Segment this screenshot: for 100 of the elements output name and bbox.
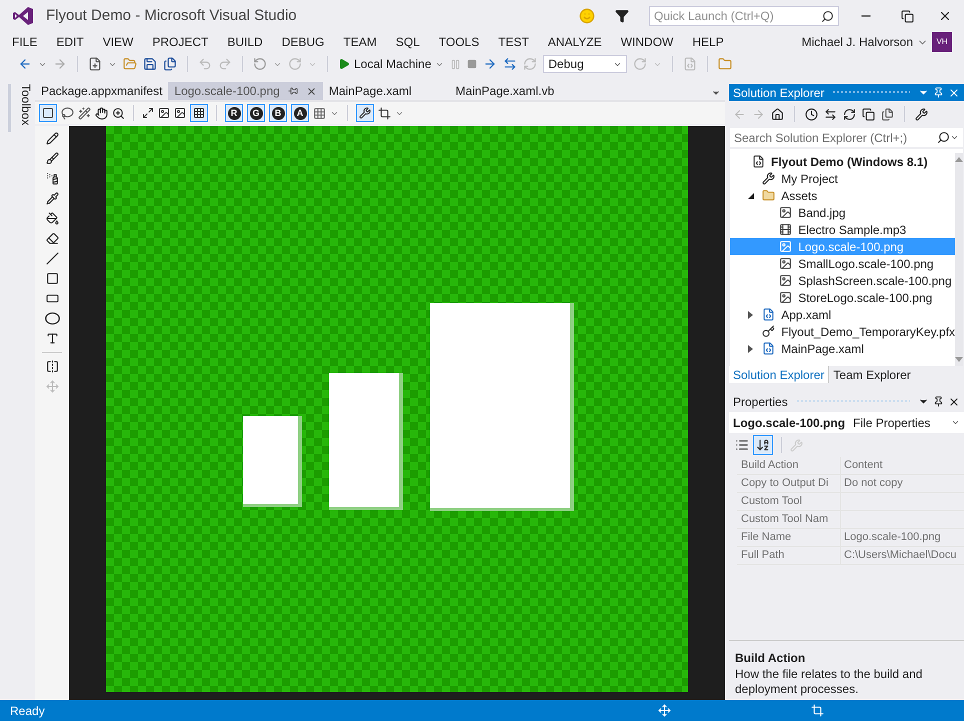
pending-changes-icon[interactable]	[805, 108, 818, 120]
new-project-icon[interactable]	[88, 57, 102, 71]
object-selector[interactable]: Logo.scale-100.png File Properties	[729, 412, 964, 433]
document-tab[interactable]: Logo.scale-100.png	[168, 82, 323, 100]
menu-item[interactable]: TEAM	[343, 33, 377, 51]
run-button[interactable]: Local Machine	[338, 55, 444, 73]
back-icon[interactable]	[18, 57, 32, 71]
search-icon[interactable]	[937, 131, 950, 144]
collapsed-arrow-icon[interactable]	[748, 310, 754, 318]
pencil-icon[interactable]	[46, 132, 58, 145]
property-value[interactable]: Content	[841, 457, 883, 474]
sync-icon[interactable]	[824, 108, 837, 120]
user-name[interactable]: Michael J. Halvorson	[802, 33, 913, 51]
tree-item[interactable]: SplashScreen.scale-100.png	[730, 272, 956, 289]
tree-item[interactable]: MainPage.xaml	[730, 340, 956, 357]
menu-item[interactable]: DEBUG	[282, 33, 324, 51]
pixel-grid-icon[interactable]	[193, 107, 205, 119]
actual-size-icon[interactable]	[142, 107, 154, 119]
tree-item[interactable]: StoreLogo.scale-100.png	[730, 289, 956, 306]
properties-wrench-icon[interactable]	[915, 108, 928, 120]
menu-item[interactable]: FILE	[12, 33, 38, 51]
channel-toggle[interactable]: B	[269, 104, 287, 122]
step-icon[interactable]	[483, 57, 498, 71]
tree-item[interactable]: Flyout Demo (Windows 8.1)	[730, 153, 956, 170]
property-name: Custom Tool	[741, 494, 802, 510]
property-value[interactable]: Logo.scale-100.png	[841, 529, 941, 546]
close-icon[interactable]	[306, 86, 317, 96]
menu-item[interactable]: VIEW	[102, 33, 134, 51]
home-icon[interactable]	[771, 108, 784, 120]
restart-icon[interactable]	[523, 57, 538, 71]
caret-icon[interactable]	[950, 133, 959, 142]
user-avatar[interactable]: VH	[932, 32, 952, 52]
tree-item[interactable]: My Project	[730, 170, 956, 187]
alphabetical-icon[interactable]	[756, 438, 770, 452]
menu-item[interactable]: ANALYZE	[548, 33, 602, 51]
search-icon[interactable]	[821, 10, 834, 22]
scrollbar[interactable]	[955, 153, 964, 366]
expanded-arrow-icon[interactable]	[748, 192, 754, 198]
image-icon	[779, 206, 792, 219]
search-field[interactable]: Search Solution Explorer (Ctrl+;)	[730, 128, 963, 147]
restore-icon[interactable]	[901, 10, 914, 22]
fill-bucket-icon[interactable]	[46, 212, 58, 225]
image-icon	[779, 240, 792, 253]
rounded-rectangle-icon[interactable]	[46, 292, 58, 305]
magic-wand-icon[interactable]	[78, 106, 91, 120]
categorized-icon[interactable]	[735, 438, 749, 452]
tree-item[interactable]: Band.jpg	[730, 204, 956, 221]
tree-item[interactable]: SmallLogo.scale-100.png	[730, 255, 956, 272]
close-icon[interactable]	[938, 9, 952, 23]
document-tab[interactable]: MainPage.xaml	[322, 82, 450, 100]
menu-item[interactable]: WINDOW	[620, 33, 674, 51]
document-tab[interactable]: MainPage.xaml.vb	[450, 82, 560, 100]
menu-item[interactable]: TOOLS	[438, 33, 480, 51]
property-value[interactable]: Do not copy	[841, 475, 903, 492]
eyedropper-icon[interactable]	[46, 192, 58, 205]
pin-icon[interactable]	[288, 86, 298, 96]
panel-tab[interactable]: Team Explorer	[828, 366, 915, 383]
brush-icon[interactable]	[46, 152, 58, 165]
spray-can-icon[interactable]	[46, 172, 58, 185]
toolbox-tab[interactable]: Toolbox	[17, 84, 35, 126]
menu-item[interactable]: HELP	[692, 33, 724, 51]
cursor-position-icon[interactable]	[658, 704, 671, 717]
tree-item[interactable]: Electro Sample.mp3	[730, 221, 956, 238]
configuration-dropdown[interactable]: Debug	[543, 55, 628, 73]
text-tool-icon[interactable]	[46, 332, 58, 345]
ellipse-icon[interactable]	[44, 312, 60, 325]
rectangle-select-icon[interactable]	[42, 107, 54, 119]
menu-item[interactable]: BUILD	[227, 33, 263, 51]
property-value[interactable]: C:\Users\Michael\Docu	[841, 547, 956, 564]
tree-item[interactable]: App.xaml	[730, 306, 956, 323]
quick-launch-field[interactable]: Quick Launch (Ctrl+Q)	[649, 6, 839, 26]
channel-toggle[interactable]: G	[247, 104, 265, 122]
menu-item[interactable]: EDIT	[56, 33, 84, 51]
menu-item[interactable]: SQL	[396, 33, 420, 51]
save-all-icon[interactable]	[163, 57, 177, 71]
property-name: Copy to Output Di	[741, 476, 828, 492]
refresh-icon[interactable]	[843, 108, 856, 120]
notification-filter-icon[interactable]	[615, 9, 629, 23]
collapsed-arrow-icon[interactable]	[748, 344, 754, 352]
line-icon[interactable]	[46, 252, 58, 265]
panel-tab[interactable]: Solution Explorer	[729, 366, 828, 383]
lasso-icon[interactable]	[61, 106, 74, 120]
eraser-icon[interactable]	[46, 232, 58, 245]
channel-toggle[interactable]: A	[291, 104, 309, 122]
show-all-files-icon[interactable]	[881, 108, 894, 120]
background-pattern-icon[interactable]	[313, 106, 326, 120]
hand-icon[interactable]	[95, 106, 108, 120]
properties-wrench-icon[interactable]	[359, 107, 371, 119]
zoom-icon[interactable]	[112, 106, 125, 120]
document-tab[interactable]: Package.appxmanifest	[35, 82, 168, 100]
tree-item[interactable]: Flyout_Demo_TemporaryKey.pfx	[730, 323, 956, 340]
tree-item[interactable]: Assets	[730, 187, 956, 204]
close-icon[interactable]	[948, 396, 960, 408]
menu-item[interactable]: TEST	[498, 33, 529, 51]
step-over-icon[interactable]	[503, 57, 518, 71]
save-icon[interactable]	[143, 57, 157, 71]
channel-toggle[interactable]: R	[225, 104, 243, 122]
menu-item[interactable]: PROJECT	[152, 33, 208, 51]
rectangle-icon[interactable]	[46, 272, 58, 285]
pin-icon[interactable]	[933, 396, 944, 407]
